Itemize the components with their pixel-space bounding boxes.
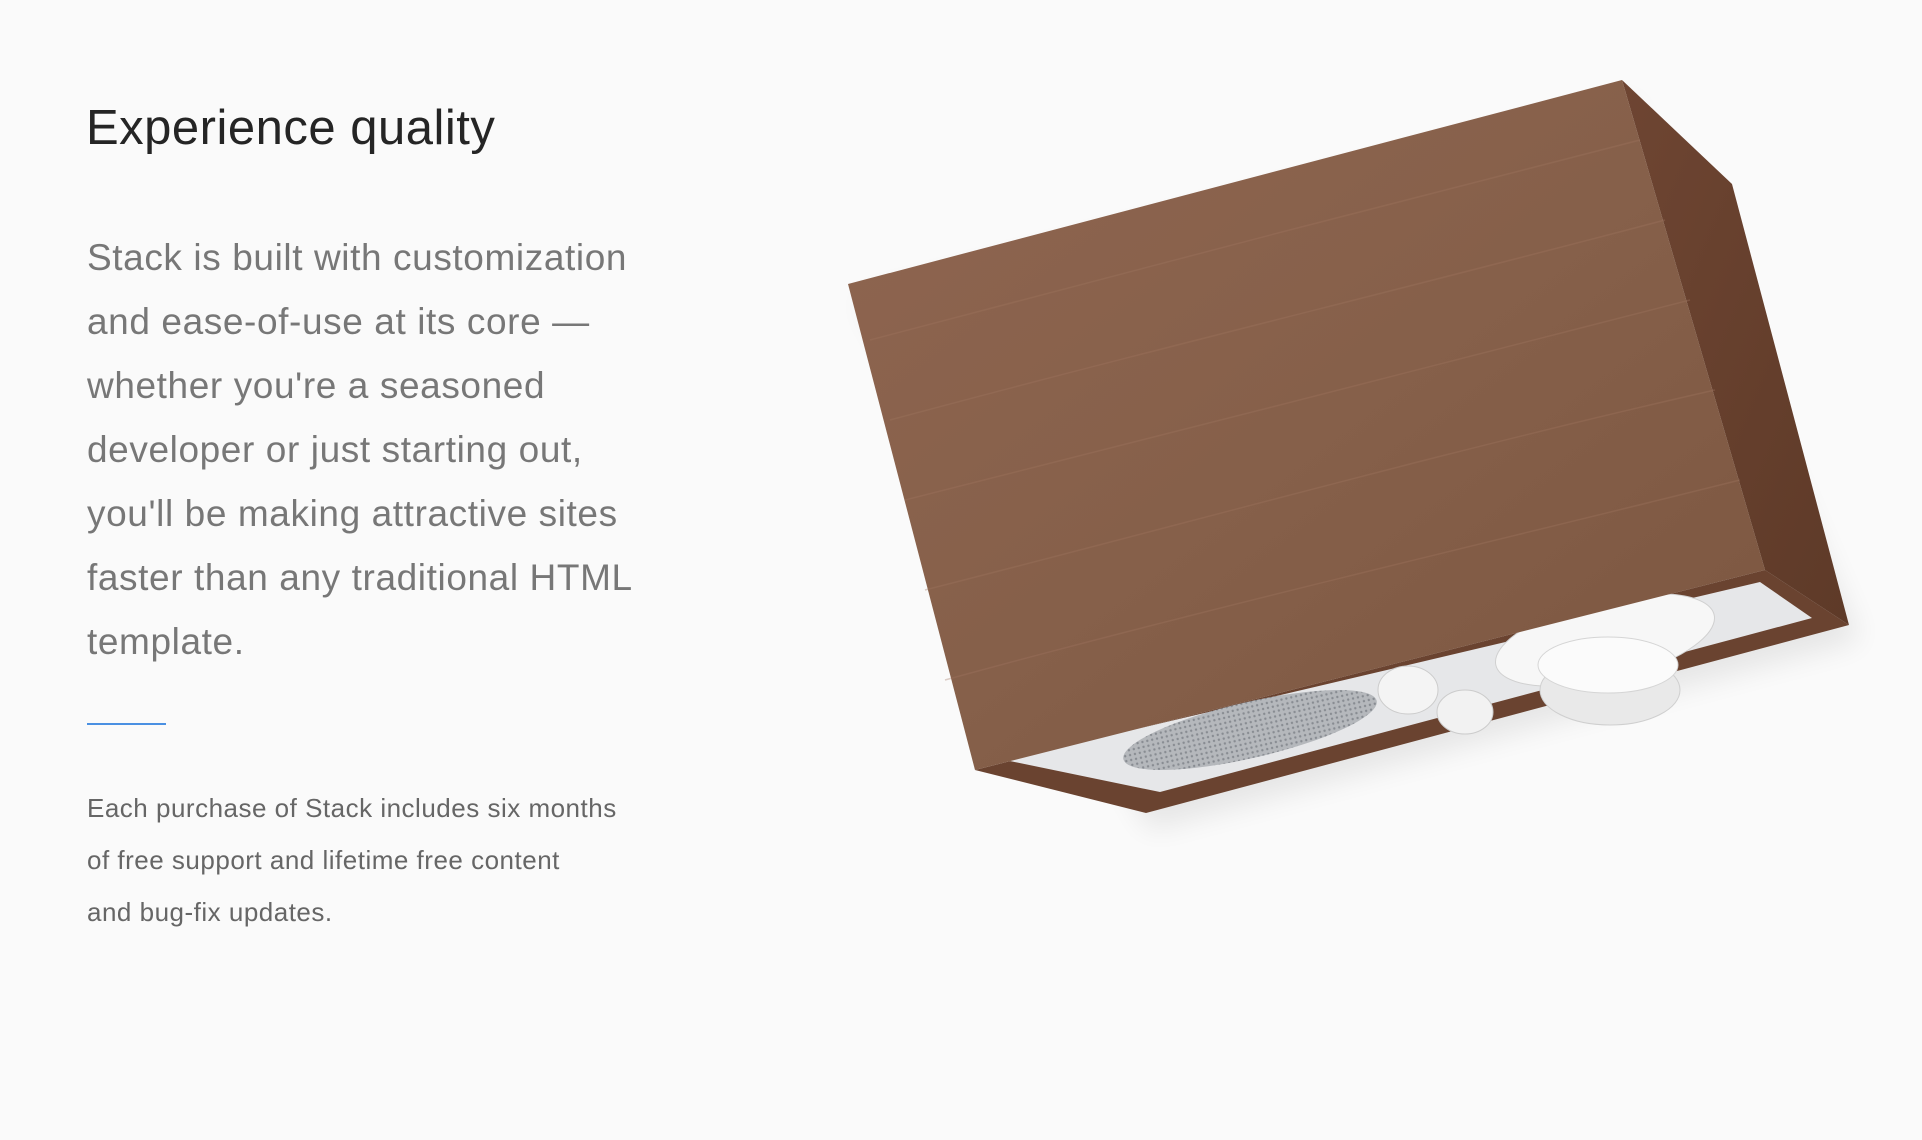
small-knob [1377,665,1439,715]
radio-product-image [848,80,1860,830]
small-knob [1436,689,1494,735]
tuning-knob [1537,636,1679,694]
